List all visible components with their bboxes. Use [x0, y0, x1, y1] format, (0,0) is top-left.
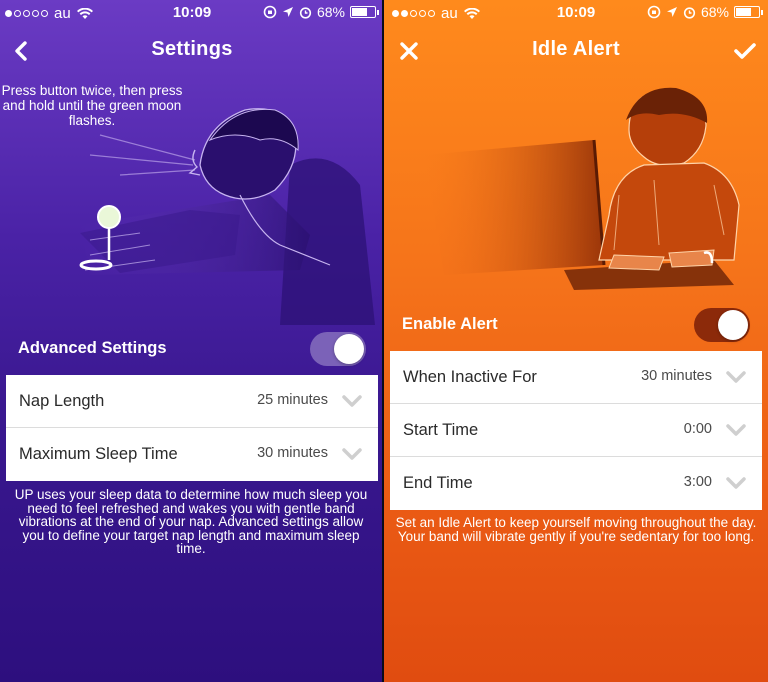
confirm-button[interactable]: [730, 36, 760, 66]
rotation-lock-icon: [647, 5, 661, 19]
chevron-down-icon[interactable]: [726, 476, 746, 490]
nav-bar: Settings: [0, 30, 384, 70]
row-value: 30 minutes: [257, 445, 328, 461]
chevron-down-icon[interactable]: [726, 423, 746, 437]
checkmark-icon: [734, 43, 756, 59]
chevron-down-icon[interactable]: [342, 447, 362, 461]
row-value: 25 minutes: [257, 392, 328, 408]
alarm-icon: [683, 6, 696, 19]
list-row-when-inactive[interactable]: When Inactive For 30 minutes: [390, 351, 762, 404]
footnote-text: UP uses your sleep data to determine how…: [14, 487, 368, 556]
row-label: End Time: [403, 474, 473, 492]
battery-icon: [734, 6, 763, 18]
battery-icon: [350, 6, 379, 18]
toggle-knob: [718, 310, 748, 340]
battery-percent: 68%: [700, 4, 729, 20]
advanced-settings-row: Advanced Settings: [0, 328, 384, 368]
status-bar: au 10:09 68%: [384, 0, 768, 28]
row-label: When Inactive For: [403, 368, 537, 386]
enable-alert-label: Enable Alert: [402, 315, 498, 333]
page-title: Idle Alert: [532, 38, 620, 60]
toggle-knob: [334, 334, 364, 364]
location-icon: [282, 7, 293, 17]
row-label: Start Time: [403, 421, 479, 439]
enable-alert-row: Enable Alert: [384, 304, 768, 344]
status-bar: au 10:09 68%: [0, 0, 384, 28]
advanced-settings-label: Advanced Settings: [18, 339, 167, 357]
row-value: 30 minutes: [641, 368, 712, 384]
desk-worker-illustration: [424, 87, 740, 290]
list-row-max-sleep-time[interactable]: Maximum Sleep Time 30 minutes: [6, 428, 378, 481]
row-label: Nap Length: [19, 392, 105, 410]
list-row-start-time[interactable]: Start Time 0:00: [390, 404, 762, 457]
sleeping-person-illustration: [79, 108, 375, 325]
advanced-settings-toggle[interactable]: [310, 332, 366, 366]
settings-list: Nap Length 25 minutes Maximum Sleep Time…: [6, 375, 378, 481]
row-value: 3:00: [683, 474, 712, 490]
chevron-down-icon[interactable]: [726, 370, 746, 384]
footnote-text: Set an Idle Alert to keep yourself movin…: [395, 515, 757, 544]
battery-percent: 68%: [316, 4, 345, 20]
rotation-lock-icon: [263, 5, 277, 19]
idle-alert-list: When Inactive For 30 minutes Start Time …: [390, 351, 762, 510]
list-row-nap-length[interactable]: Nap Length 25 minutes: [6, 375, 378, 428]
settings-screen: au 10:09 68% Settings Press button twice…: [0, 0, 384, 682]
alarm-icon: [299, 6, 312, 19]
row-label: Maximum Sleep Time: [19, 445, 178, 463]
row-value: 0:00: [683, 421, 712, 437]
list-row-end-time[interactable]: End Time 3:00: [390, 457, 762, 510]
nav-bar: Idle Alert: [384, 30, 768, 70]
page-title: Settings: [151, 38, 233, 60]
location-icon: [666, 7, 677, 17]
chevron-down-icon[interactable]: [342, 394, 362, 408]
idle-alert-screen: au 10:09 68% Idle Alert Enable Alert Whe…: [384, 0, 768, 682]
enable-alert-toggle[interactable]: [694, 308, 750, 342]
